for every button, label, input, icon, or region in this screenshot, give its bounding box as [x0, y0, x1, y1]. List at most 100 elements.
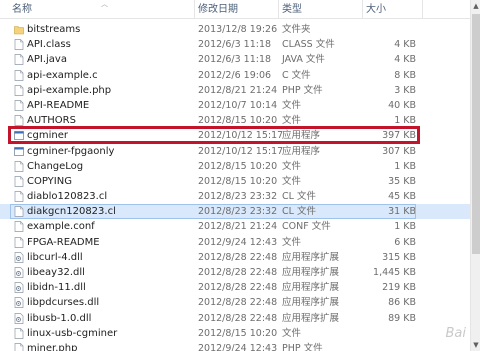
file-row[interactable]: API.class 2012/6/3 11:18 CLASS 文件 4 KB [0, 37, 470, 52]
file-size: 1 KB [394, 221, 416, 233]
file-name: example.conf [27, 221, 95, 233]
file-row[interactable]: diakgcn120823.cl 2012/8/23 23:32 CL 文件 31 K… [0, 204, 470, 220]
file-row[interactable]: diablo120823.cl 2012/8/23 23:32 CL 文件 45 KB [0, 189, 470, 204]
column-header: ︿ 名称 修改日期 类型 大小 [0, 0, 470, 19]
file-size: 4 KB [394, 54, 416, 66]
file-row[interactable]: libcurl-4.dll 2012/8/28 22:48 应用程序扩展 315 KB [0, 250, 470, 265]
file-date: 2013/12/8 19:26 [198, 24, 278, 35]
file-type: CL 文件 [282, 191, 316, 203]
file-row[interactable]: api-example.php 2012/8/21 21:24 PHP 文件 3 KB [0, 83, 470, 98]
column-header-name[interactable]: 名称 [8, 0, 194, 19]
file-name: API.class [27, 39, 71, 51]
file-date: 2012/8/15 10:20 [198, 175, 278, 187]
file-size: 6 KB [394, 236, 416, 248]
file-icon [14, 39, 24, 51]
file-type: 文件 [282, 160, 302, 172]
file-date: 2012/2/6 19:06 [198, 69, 272, 81]
scroll-thumb[interactable] [472, 14, 480, 254]
file-type: C 文件 [282, 69, 311, 81]
file-date: 2012/10/12 15:17 [198, 145, 284, 157]
file-size: 4 KB [394, 39, 416, 51]
scroll-up-icon[interactable]: ▲ [471, 0, 480, 12]
column-header-size[interactable]: 大小 [362, 0, 422, 19]
file-date: 2012/6/3 11:18 [198, 39, 272, 51]
file-icon [14, 69, 24, 81]
folder-icon [14, 24, 24, 35]
file-size: 86 KB [388, 297, 416, 309]
file-size: 89 KB [388, 312, 416, 324]
file-date: 2012/8/23 23:32 [198, 206, 278, 218]
scroll-down-icon[interactable]: ▼ [471, 339, 480, 351]
file-size: 1,445 KB [373, 267, 416, 278]
file-name: diakgcn120823.cl [27, 206, 116, 218]
file-size: 35 KB [388, 175, 416, 187]
dll-icon [14, 282, 24, 294]
file-date: 2012/8/21 21:24 [198, 221, 278, 233]
file-row[interactable]: libeay32.dll 2012/8/28 22:48 应用程序扩展 1,445 K… [0, 265, 470, 280]
file-date: 2012/8/28 22:48 [198, 251, 278, 263]
file-icon [14, 54, 24, 66]
file-row[interactable]: API-README 2012/10/7 10:14 文件 40 KB [0, 98, 470, 113]
file-row[interactable]: example.conf 2012/8/21 21:24 CONF 文件 1 KB [0, 219, 470, 234]
file-type: 文件 [282, 236, 302, 248]
file-size: 45 KB [388, 191, 416, 203]
column-header-type[interactable]: 类型 [278, 0, 362, 19]
file-row[interactable]: libidn-11.dll 2012/8/28 22:48 应用程序扩展 219 KB [0, 280, 470, 295]
file-row[interactable]: API.java 2012/6/3 11:18 JAVA 文件 4 KB [0, 52, 470, 67]
dll-icon [14, 251, 24, 263]
file-row[interactable]: bitstreams 2013/12/8 19:26 文件夹 [0, 22, 470, 37]
file-date: 2012/9/24 12:43 [198, 236, 278, 248]
file-list: bitstreams 2013/12/8 19:26 文件夹 API.class 201… [0, 22, 470, 351]
file-date: 2012/9/24 12:43 [198, 342, 278, 351]
watermark: Bai [445, 326, 467, 341]
file-size: 3 KB [394, 84, 416, 96]
file-size: 1 KB [394, 160, 416, 172]
file-size: 40 KB [388, 99, 416, 111]
file-row[interactable]: libusb-1.0.dll 2012/8/28 22:48 应用程序扩展 89 KB [0, 311, 470, 326]
file-size: 219 KB [382, 282, 416, 294]
file-date: 2012/8/28 22:48 [198, 267, 278, 278]
file-row[interactable]: COPYING 2012/8/15 10:20 文件 35 KB [0, 174, 470, 189]
file-icon [14, 176, 24, 187]
file-type: 应用程序扩展 [282, 251, 340, 263]
exe-icon [14, 146, 24, 157]
file-row[interactable]: api-example.c 2012/2/6 19:06 C 文件 8 KB [0, 68, 470, 83]
dll-icon [14, 267, 24, 278]
file-date: 2012/8/15 10:20 [198, 160, 278, 172]
file-name: libpdcurses.dll [27, 297, 100, 309]
file-type: CLASS 文件 [282, 39, 335, 51]
file-date: 2012/6/3 11:18 [198, 54, 272, 66]
vertical-scrollbar[interactable]: ▲ ▼ [470, 0, 480, 351]
highlight-box [8, 126, 420, 144]
file-name: libusb-1.0.dll [27, 312, 92, 324]
file-name: api-example.php [27, 84, 112, 96]
dll-icon [14, 297, 24, 309]
file-type: CONF 文件 [282, 221, 331, 233]
file-type: 应用程序扩展 [282, 297, 340, 309]
file-row[interactable]: ChangeLog 2012/8/15 10:20 文件 1 KB [0, 159, 470, 174]
file-date: 2012/8/28 22:48 [198, 312, 278, 324]
file-icon [14, 100, 24, 111]
file-size: 8 KB [394, 69, 416, 81]
file-date: 2012/8/23 23:32 [198, 191, 278, 203]
file-row[interactable]: miner.php 2012/9/24 12:43 PHP 文件 [0, 341, 470, 351]
file-type: CL 文件 [282, 206, 316, 218]
file-name: libidn-11.dll [27, 282, 86, 294]
file-icon [14, 160, 24, 172]
file-name: bitstreams [27, 24, 81, 35]
file-name: API.java [27, 54, 67, 66]
column-header-date[interactable]: 修改日期 [194, 0, 278, 19]
column-divider[interactable] [422, 0, 423, 19]
file-date: 2012/8/28 22:48 [198, 297, 278, 309]
file-row[interactable]: linux-usb-cgminer 2012/8/15 10:20 文件 [0, 326, 470, 341]
file-name: miner.php [27, 342, 78, 351]
file-row[interactable]: cgminer-fpgaonly 2012/10/12 15:17 应用程序 307 … [0, 144, 470, 159]
file-name: COPYING [27, 175, 72, 187]
file-type: PHP 文件 [282, 84, 323, 96]
file-row[interactable]: FPGA-README 2012/9/24 12:43 文件 6 KB [0, 235, 470, 250]
file-date: 2012/8/21 21:24 [198, 84, 278, 96]
file-size: 315 KB [382, 251, 416, 263]
file-icon [14, 191, 24, 202]
file-name: diablo120823.cl [27, 191, 108, 203]
file-row[interactable]: libpdcurses.dll 2012/8/28 22:48 应用程序扩展 86 K… [0, 295, 470, 310]
